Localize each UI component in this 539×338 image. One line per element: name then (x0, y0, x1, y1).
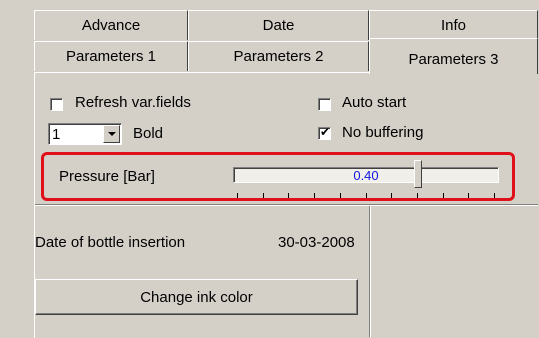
tab-label: Advance (81, 17, 141, 34)
tab-parameters-3[interactable]: Parameters 3 (369, 38, 538, 74)
tab-label: Parameters 2 (233, 48, 324, 65)
tab-content-panel (34, 72, 538, 338)
tab-info[interactable]: Info (369, 10, 538, 40)
tab-label: Info (440, 17, 467, 34)
tab-date[interactable]: Date (188, 10, 369, 40)
tab-advance[interactable]: Advance (34, 10, 188, 40)
tab-parameters-1[interactable]: Parameters 1 (34, 41, 188, 71)
tab-label: Parameters 1 (65, 48, 157, 65)
tab-label: Parameters 3 (408, 51, 499, 68)
highlight-box (41, 152, 515, 201)
tab-parameters-2[interactable]: Parameters 2 (188, 41, 369, 71)
tab-label: Date (262, 17, 295, 34)
